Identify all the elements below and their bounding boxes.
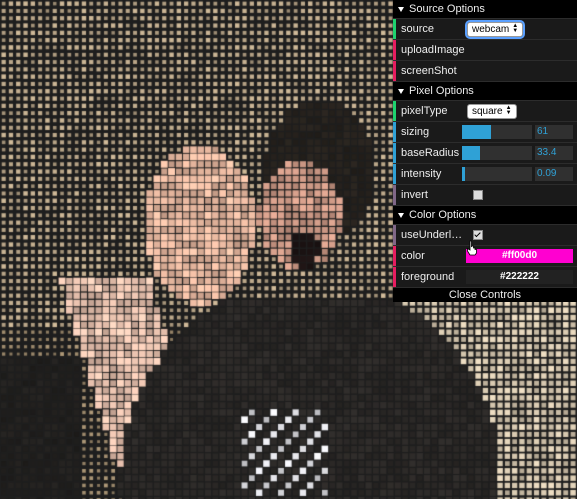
intensity-slider[interactable] (462, 167, 532, 181)
intensity-label: intensity (401, 168, 442, 180)
sizing-slider-fill (462, 125, 492, 139)
row-accent (393, 246, 396, 266)
row-accent (393, 143, 396, 163)
foreground-label: foreground (401, 271, 455, 283)
source-select[interactable]: webcam ▲ ▼ (464, 19, 526, 39)
use-underlying-checkbox[interactable] (473, 230, 483, 240)
pixel-type-label: pixelType (401, 105, 448, 117)
color-swatch-input[interactable]: #ff00d0 (466, 249, 573, 263)
pixel-type-select-value: square (472, 105, 503, 117)
row-accent (393, 61, 396, 81)
base-radius-slider[interactable] (462, 146, 532, 160)
sizing-row: sizing 61 (393, 122, 577, 143)
folder-color-options[interactable]: Color Options (393, 206, 577, 225)
row-accent (393, 185, 396, 205)
base-radius-row: baseRadius 33.4 (393, 143, 577, 164)
row-accent (393, 40, 396, 60)
base-radius-slider-fill (462, 146, 480, 160)
pixel-type-select[interactable]: square ▲ ▼ (467, 103, 517, 119)
folder-pixel-options-title: Pixel Options (409, 85, 474, 97)
row-accent (393, 101, 396, 121)
source-label: source (401, 23, 435, 35)
sizing-slider[interactable] (462, 125, 532, 139)
intensity-slider-fill (462, 167, 465, 181)
close-controls-button[interactable]: Close Controls (393, 288, 577, 302)
screenshot-label: screenShot (401, 65, 457, 77)
color-label: color (401, 250, 425, 262)
folder-source-options[interactable]: Source Options (393, 0, 577, 19)
folder-source-options-title: Source Options (409, 3, 485, 15)
foreground-swatch-input[interactable]: #222222 (466, 270, 573, 284)
color-row: color #ff00d0 (393, 246, 577, 267)
hand-pointer-cursor-icon (467, 240, 477, 256)
row-accent (393, 164, 396, 184)
intensity-row: intensity 0.09 (393, 164, 577, 185)
invert-checkbox[interactable] (473, 190, 483, 200)
use-underlying-label: useUnderlyin... (401, 229, 467, 241)
row-accent (393, 19, 396, 39)
pixel-type-row: pixelType square ▲ ▼ (393, 101, 577, 122)
invert-row: invert (393, 185, 577, 206)
screenshot-row[interactable]: screenShot (393, 61, 577, 82)
intensity-number-input[interactable]: 0.09 (535, 167, 573, 181)
row-accent (393, 267, 396, 287)
folder-open-triangle-icon (398, 6, 404, 12)
folder-pixel-options[interactable]: Pixel Options (393, 82, 577, 101)
sizing-number-input[interactable]: 61 (535, 125, 573, 139)
foreground-row: foreground #222222 (393, 267, 577, 288)
folder-color-options-title: Color Options (409, 209, 477, 221)
folder-open-triangle-icon (398, 212, 404, 218)
source-row: source webcam ▲ ▼ (393, 19, 577, 40)
source-select-value: webcam (472, 23, 510, 35)
upload-image-row[interactable]: uploadImage (393, 40, 577, 61)
row-accent (393, 122, 396, 142)
invert-label: invert (401, 189, 428, 201)
base-radius-number-input[interactable]: 33.4 (535, 146, 573, 160)
row-accent (393, 225, 396, 245)
upload-image-label: uploadImage (401, 44, 465, 56)
select-arrows-icon: ▲ ▼ (512, 23, 519, 34)
use-underlying-row: useUnderlyin... (393, 225, 577, 246)
base-radius-label: baseRadius (401, 147, 460, 159)
select-arrows-icon: ▲ ▼ (505, 105, 512, 116)
sizing-label: sizing (401, 126, 430, 138)
controls-panel: Source Options source webcam ▲ ▼ uploadIm… (393, 0, 577, 302)
folder-open-triangle-icon (398, 88, 404, 94)
